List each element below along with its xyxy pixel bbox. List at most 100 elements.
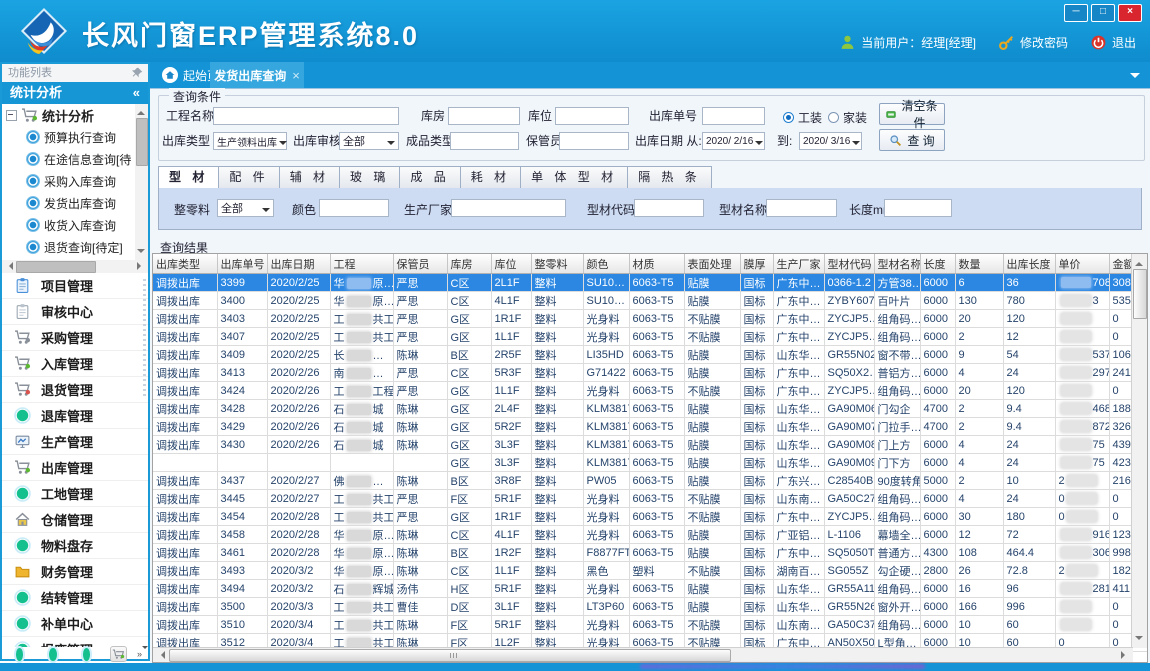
hscroll-thumb[interactable] — [169, 649, 731, 662]
table-row[interactable]: 调拨出库34132020/2/26南…严思C区5R3F整料G714226063-… — [153, 364, 1148, 382]
column-header[interactable]: 出库日期 — [267, 254, 330, 274]
sidebar-module-item[interactable]: 生产管理 — [2, 429, 148, 455]
sidebar-module-item[interactable]: 工地管理 — [2, 481, 148, 507]
clear-filter-button[interactable]: 清空条件 — [879, 103, 945, 125]
date-to-picker[interactable]: 2020/ 3/16 — [799, 132, 862, 150]
radio-jiazhuang[interactable]: 家装 — [828, 109, 867, 126]
outbound-type-select[interactable]: 生产领料出库 — [213, 132, 287, 150]
logout-button[interactable]: 退出 — [1090, 34, 1136, 51]
sidebar-module-item[interactable]: 入库管理 — [2, 351, 148, 377]
material-tab[interactable]: 成 品 — [400, 166, 460, 189]
table-row[interactable]: 调拨出库34582020/2/28华原…陈琳C区4L1F整料光身料6063-T5… — [153, 526, 1148, 544]
column-header[interactable]: 型材名称 — [874, 254, 920, 274]
table-row[interactable]: 调拨出库34092020/2/25长…陈琳B区2R5F整料LI35HD6063-… — [153, 346, 1148, 364]
table-row[interactable]: 调拨出库34282020/2/26石城陈琳G区2L4F整料KLM38176063… — [153, 400, 1148, 418]
color-input[interactable] — [319, 199, 389, 217]
length-input[interactable] — [884, 199, 952, 217]
sidebar-module-item[interactable]: 项目管理 — [2, 273, 148, 299]
table-row[interactable]: 调拨出库34452020/2/27工共工程严思F区5R1F整料光身料6063-T… — [153, 490, 1148, 508]
whole-part-select[interactable]: 全部 — [217, 199, 274, 217]
location-input[interactable] — [555, 107, 629, 125]
table-horizontal-scrollbar[interactable] — [153, 647, 1133, 662]
profile-name-input[interactable] — [766, 199, 837, 217]
product-type-input[interactable] — [450, 132, 519, 150]
column-header[interactable]: 保管员 — [393, 254, 447, 274]
quick-module-dot-icon[interactable] — [83, 648, 90, 661]
sidebar-group-statistics[interactable]: 统计分析 « — [2, 82, 148, 104]
outbound-audit-select[interactable]: 全部 — [339, 132, 399, 150]
tree-vertical-scrollbar[interactable] — [135, 104, 148, 260]
maximize-button[interactable]: □ — [1091, 4, 1115, 22]
column-header[interactable]: 单价 — [1055, 254, 1109, 274]
table-row[interactable]: G区3L3F整料KLM38176063-T5贴膜国标山东华…GA90M09.门下… — [153, 454, 1148, 472]
order-no-input[interactable] — [702, 107, 765, 125]
tree-root-statistics[interactable]: 统计分析 — [2, 104, 135, 126]
column-header[interactable]: 表面处理 — [684, 254, 740, 274]
column-header[interactable]: 材质 — [629, 254, 684, 274]
tab-close-icon[interactable]: × — [292, 68, 300, 83]
material-tab[interactable]: 隔 热 条 — [628, 166, 712, 189]
sidebar-module-item[interactable]: 采购管理 — [2, 325, 148, 351]
sidebar-overflow-button[interactable]: » — [137, 651, 148, 657]
date-from-picker[interactable]: 2020/ 2/16 — [702, 132, 765, 150]
material-tab[interactable]: 型 材 — [158, 166, 219, 190]
table-row[interactable]: 调拨出库34032020/2/25工共工程严思G区1R1F整料光身料6063-T… — [153, 310, 1148, 328]
tab-overflow-icon[interactable] — [1130, 73, 1140, 83]
sidebar-module-item[interactable]: 出库管理 — [2, 455, 148, 481]
table-row[interactable]: 调拨出库33992020/2/25华原…严思C区2L1F整料SU10…6063-… — [153, 274, 1148, 292]
sidebar-module-item[interactable]: 审核中心 — [2, 299, 148, 325]
sidebar-module-item[interactable]: 物料盘存 — [2, 533, 148, 559]
sidebar-module-item[interactable]: 补单中心 — [2, 611, 148, 637]
change-password-button[interactable]: 修改密码 — [998, 34, 1068, 51]
table-row[interactable]: 调拨出库34932020/3/2华原…陈琳C区1L1F整料黑色塑料不贴膜国标湖南… — [153, 562, 1148, 580]
material-tab[interactable]: 玻 璃 — [340, 166, 400, 189]
table-row[interactable]: 调拨出库34002020/2/25华原…严思C区4L1F整料SU10…6063-… — [153, 292, 1148, 310]
quick-module-dot-icon[interactable] — [16, 648, 23, 661]
material-tab[interactable]: 配 件 — [219, 166, 279, 189]
tree-item[interactable]: 在途信息查询[待 — [2, 148, 135, 170]
column-header[interactable]: 生产厂家 — [773, 254, 824, 274]
column-header[interactable]: 库房 — [447, 254, 491, 274]
manufacturer-input[interactable] — [451, 199, 566, 217]
sidebar-module-item[interactable]: 结转管理 — [2, 585, 148, 611]
tree-item[interactable]: 采购入库查询 — [2, 170, 135, 192]
sidebar-module-item[interactable]: 仓储管理 — [2, 507, 148, 533]
column-header[interactable]: 型材代码 — [824, 254, 874, 274]
table-row[interactable]: 调拨出库34242020/2/26工工程严思G区1L1F整料光身料6063-T5… — [153, 382, 1148, 400]
tree-item[interactable]: 发货出库查询 — [2, 192, 135, 214]
column-header[interactable]: 长度 — [920, 254, 955, 274]
sidebar-module-item[interactable]: 退货管理 — [2, 377, 148, 403]
radio-gongzhuang[interactable]: 工装 — [783, 109, 822, 126]
table-row[interactable]: 调拨出库34542020/2/28工共工程严思G区1R1F整料光身料6063-T… — [153, 508, 1148, 526]
minimize-button[interactable]: ─ — [1064, 4, 1088, 22]
tree-horizontal-scrollbar[interactable] — [2, 260, 148, 273]
table-vertical-scrollbar[interactable] — [1131, 254, 1147, 648]
warehouse-input[interactable] — [448, 107, 520, 125]
material-tab[interactable]: 耗 材 — [461, 166, 521, 189]
material-tab[interactable]: 辅 材 — [280, 166, 340, 189]
sidebar-module-item[interactable]: 财务管理 — [2, 559, 148, 585]
quick-module-dot-icon[interactable] — [49, 648, 56, 661]
column-header[interactable]: 颜色 — [583, 254, 629, 274]
column-header[interactable]: 库位 — [491, 254, 531, 274]
column-header[interactable]: 膜厚 — [740, 254, 773, 274]
column-header[interactable]: 出库单号 — [217, 254, 267, 274]
tree-item[interactable]: 预算执行查询 — [2, 126, 135, 148]
table-row[interactable]: 调拨出库34942020/3/2石辉城汤伟H区5R1F整料光身料6063-T5贴… — [153, 580, 1148, 598]
tree-expander-icon[interactable] — [6, 110, 17, 121]
column-header[interactable]: 工程 — [330, 254, 393, 274]
keeper-input[interactable] — [559, 132, 629, 150]
quick-cart-button[interactable] — [110, 646, 127, 662]
module-list-scroll-strip[interactable] — [143, 279, 146, 399]
pin-icon[interactable] — [132, 67, 143, 78]
profile-code-input[interactable] — [634, 199, 704, 217]
tree-item[interactable]: 退货查询[待定] — [2, 236, 135, 258]
table-row[interactable]: 调拨出库35002020/3/3工共工程曹佳D区3L1F整料LT3P606063… — [153, 598, 1148, 616]
sidebar-module-item[interactable]: 报废管理 — [2, 637, 148, 647]
table-row[interactable]: 调拨出库34372020/2/27佛…陈琳B区3R8F整料PW056063-T5… — [153, 472, 1148, 490]
column-header[interactable]: 数量 — [955, 254, 1003, 274]
column-header[interactable]: 整零料 — [531, 254, 583, 274]
close-button[interactable]: × — [1118, 4, 1142, 22]
table-row[interactable]: 调拨出库34072020/2/25工共工程严思G区1L1F整料光身料6063-T… — [153, 328, 1148, 346]
tab-shipment-outbound-query[interactable]: 发货出库查询 × — [210, 62, 304, 88]
